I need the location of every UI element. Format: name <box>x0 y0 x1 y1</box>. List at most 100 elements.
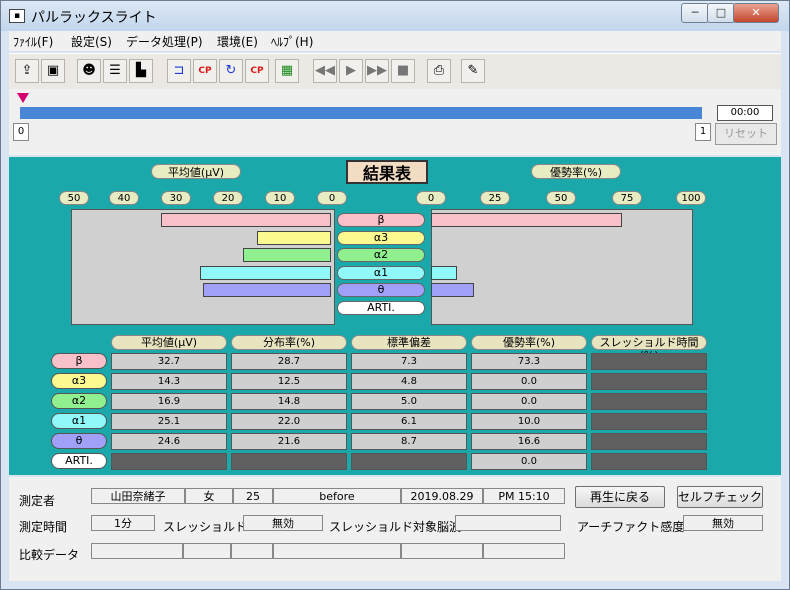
table-cell: 16.9 <box>111 393 227 410</box>
table-cell <box>351 453 467 470</box>
pen-icon[interactable]: ✎ <box>461 59 485 83</box>
column-header: 分布率(%) <box>231 335 347 350</box>
dom-bar <box>431 283 475 297</box>
self-check-button[interactable]: セルフチェック <box>677 486 763 508</box>
menu-help[interactable]: ﾍﾙﾌﾟ(H) <box>271 33 313 50</box>
position-marker-icon[interactable] <box>17 93 29 103</box>
table-cell <box>591 393 707 410</box>
avg-bar <box>160 213 331 227</box>
menu-file[interactable]: ﾌｧｲﾙ(F) <box>13 33 53 50</box>
table-cell <box>591 453 707 470</box>
table-cell <box>591 433 707 450</box>
threshold-target-label: スレッショルド対象脳波 <box>329 520 462 534</box>
table-cell: 12.5 <box>231 373 347 390</box>
user-icon[interactable]: ☻ <box>77 59 101 83</box>
chart-icon[interactable]: ▙ <box>129 59 153 83</box>
threshold-target-field <box>455 515 561 531</box>
table-cell: 8.7 <box>351 433 467 450</box>
compare-field-5 <box>401 543 483 559</box>
table-cell: 7.3 <box>351 353 467 370</box>
table-cell <box>111 453 227 470</box>
window-icon[interactable]: ▪ <box>9 9 25 23</box>
band-label: θ <box>337 283 425 297</box>
save-icon[interactable]: ▣ <box>41 59 65 83</box>
table-cell <box>591 413 707 430</box>
cp-red-icon[interactable]: CP <box>193 59 217 83</box>
table-cell: 16.6 <box>471 433 587 450</box>
refresh-icon[interactable]: ↻ <box>219 59 243 83</box>
table-cell: 10.0 <box>471 413 587 430</box>
table-cell: 24.6 <box>111 433 227 450</box>
stop-icon[interactable]: ■ <box>391 59 415 83</box>
results-title: 結果表 <box>346 160 428 184</box>
table-cell: 5.0 <box>351 393 467 410</box>
date-field: 2019.08.29 <box>401 488 483 504</box>
back-to-playback-button[interactable]: 再生に戻る <box>575 486 665 508</box>
cp-text: CP <box>198 66 212 76</box>
dom-tick: 0 <box>416 191 446 205</box>
band-label: α1 <box>337 265 425 280</box>
minimize-button[interactable]: ─ <box>681 3 709 23</box>
table-cell: 0.0 <box>471 373 587 390</box>
end-index: 1 <box>695 123 711 141</box>
table-cell: 22.0 <box>231 413 347 430</box>
table-cell: 4.8 <box>351 373 467 390</box>
menu-settings[interactable]: 設定(S) <box>71 33 112 50</box>
reset-button[interactable]: リセット <box>715 123 777 145</box>
dom-bar <box>431 213 622 227</box>
record-icon[interactable]: ☰ <box>103 59 127 83</box>
maximize-button[interactable]: □ <box>707 3 735 23</box>
artifact-field: 無効 <box>683 515 763 531</box>
print-icon[interactable]: ⎙ <box>427 59 451 83</box>
menu-bar: ﾌｧｲﾙ(F) 設定(S) データ処理(P) 環境(E) ﾍﾙﾌﾟ(H) <box>9 31 781 51</box>
avg-bar <box>203 283 331 297</box>
table-cell <box>591 373 707 390</box>
avg-tick: 10 <box>265 191 295 205</box>
table-cell: 32.7 <box>111 353 227 370</box>
info-panel: 測定者 山田奈緒子 女 25 before 2019.08.29 PM 15:1… <box>9 477 781 581</box>
timeline-bar[interactable] <box>20 107 702 119</box>
folder-open-icon[interactable]: ⇪ <box>15 59 39 83</box>
title-bar[interactable]: ▪ パルラックスライト ─ □ ✕ <box>1 1 789 31</box>
sex-field: 女 <box>185 488 233 504</box>
table-cell: 14.8 <box>231 393 347 410</box>
table-cell: 28.7 <box>231 353 347 370</box>
dom-tick: 75 <box>612 191 642 205</box>
name-field: 山田奈緒子 <box>91 488 185 504</box>
dom-tick: 25 <box>480 191 510 205</box>
close-button[interactable]: ✕ <box>733 3 779 23</box>
column-header: スレッショルド時間(%) <box>591 335 707 362</box>
table-cell <box>591 353 707 370</box>
dom-tick: 50 <box>546 191 576 205</box>
device-icon[interactable]: ▦ <box>275 59 299 83</box>
cp-refresh-icon[interactable]: CP <box>245 59 269 83</box>
filter-icon[interactable]: ⊐ <box>167 59 191 83</box>
start-index: 0 <box>13 123 29 141</box>
band-label: ARTI. <box>337 300 425 315</box>
rewind-icon[interactable]: ◀◀ <box>313 59 337 83</box>
compare-label: 比較データ <box>19 548 80 562</box>
table-cell: 73.3 <box>471 353 587 370</box>
row-label: α3 <box>51 373 107 389</box>
play-icon[interactable]: ▶ <box>339 59 363 83</box>
fast-forward-icon[interactable]: ▶▶ <box>365 59 389 83</box>
menu-data-processing[interactable]: データ処理(P) <box>126 33 203 50</box>
toolbar: ⇪ ▣ ☻ ☰ ▙ ⊐ CP ↻ CP ▦ ◀◀ ▶ ▶▶ ■ ⎙ ✎ <box>9 53 781 90</box>
compare-field-1 <box>91 543 183 559</box>
condition-field: before <box>273 488 401 504</box>
table-cell: 21.6 <box>231 433 347 450</box>
table-cell: 6.1 <box>351 413 467 430</box>
band-label: α3 <box>337 230 425 245</box>
row-label: ARTI. <box>51 453 107 469</box>
timeline: 00:00 0 1 リセット <box>9 89 781 155</box>
dom-bar <box>431 265 457 280</box>
menu-environment[interactable]: 環境(E) <box>217 33 258 50</box>
app-window: ▪ パルラックスライト ─ □ ✕ ﾌｧｲﾙ(F) 設定(S) データ処理(P)… <box>0 0 790 590</box>
avg-bar <box>200 265 331 280</box>
threshold-label: スレッショルド <box>163 520 248 534</box>
avg-tick: 30 <box>161 191 191 205</box>
time-display: 00:00 <box>717 105 773 121</box>
avg-bar <box>243 248 331 262</box>
row-label: θ <box>51 433 107 449</box>
column-header: 平均値(μV) <box>111 335 227 350</box>
